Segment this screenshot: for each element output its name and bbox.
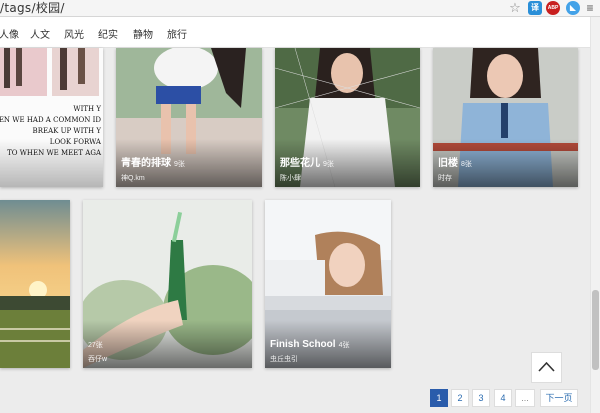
album-title: Finish School <box>270 339 336 350</box>
url-text[interactable]: /tags/校园/ <box>0 0 65 17</box>
category-nav: 人像 人文 风光 纪实 静物 旅行 <box>0 17 590 48</box>
photo-count: 4张 <box>338 342 350 349</box>
nav-item-travel[interactable]: 旅行 <box>167 26 187 41</box>
album-card[interactable]: Finish School 4张 虫丘虫引 <box>265 200 391 368</box>
photo-count: 8张 <box>461 161 472 168</box>
caption-shade <box>0 139 103 187</box>
album-author[interactable]: 时存 <box>438 173 472 183</box>
album-author[interactable]: 吞仔w <box>88 354 107 364</box>
album-author[interactable]: 神Q.km <box>121 173 185 183</box>
browser-address-bar[interactable]: /tags/校园/ ☆ 译 ABP ◣ ≡ <box>0 0 600 17</box>
album-card[interactable]: WITH Y HEN WE HAD A COMMON ID BREAK UP W… <box>0 48 103 187</box>
browser-menu-icon[interactable]: ≡ <box>585 1 595 15</box>
page-button-1[interactable]: 1 <box>430 389 448 407</box>
caption-shade <box>83 320 252 368</box>
nav-item-still-life[interactable]: 静物 <box>133 26 153 41</box>
adblock-extension-icon[interactable]: ABP <box>546 1 560 15</box>
extension-icon[interactable]: ◣ <box>566 1 580 15</box>
album-card[interactable] <box>0 200 70 368</box>
photo-count: 9张 <box>323 161 334 168</box>
page-ellipsis: ... <box>515 389 535 407</box>
album-caption: 青春的排球 9张 神Q.km <box>121 153 185 183</box>
page-button-4[interactable]: 4 <box>494 389 512 407</box>
bookmark-star-icon[interactable]: ☆ <box>508 0 522 15</box>
album-author[interactable]: 陈小肆 <box>280 173 334 183</box>
album-author[interactable]: 虫丘虫引 <box>270 354 349 364</box>
album-title: 青春的排球 <box>121 158 171 169</box>
album-card[interactable]: 那些花儿 9张 陈小肆 <box>275 48 420 187</box>
photo-count: 9张 <box>174 161 185 168</box>
nav-item-portrait[interactable]: 人像 <box>0 26 19 41</box>
nav-item-humanities[interactable]: 人文 <box>30 26 50 41</box>
album-caption: 那些花儿 9张 陈小肆 <box>280 153 334 183</box>
page-button-2[interactable]: 2 <box>451 389 469 407</box>
next-page-button[interactable]: 下一页 <box>540 389 578 407</box>
page-button-3[interactable]: 3 <box>472 389 490 407</box>
album-card[interactable]: 27张 吞仔w <box>83 200 252 368</box>
album-title: 那些花儿 <box>280 158 320 169</box>
album-card[interactable]: 青春的排球 9张 神Q.km <box>116 48 262 187</box>
nav-item-documentary[interactable]: 纪实 <box>98 26 118 41</box>
nav-item-landscape[interactable]: 风光 <box>64 26 84 41</box>
album-card[interactable]: 旧楼 8张 时存 <box>433 48 578 187</box>
album-photo <box>0 200 70 368</box>
photo-count: 27张 <box>88 342 103 349</box>
chevron-up-icon <box>538 361 555 372</box>
album-caption: 旧楼 8张 时存 <box>438 153 472 183</box>
album-caption: Finish School 4张 虫丘虫引 <box>270 334 349 364</box>
back-to-top-button[interactable] <box>531 352 562 383</box>
album-title: 旧楼 <box>438 158 458 169</box>
album-caption: 27张 吞仔w <box>88 334 107 364</box>
scrollbar-thumb[interactable] <box>592 290 599 370</box>
translate-extension-icon[interactable]: 译 <box>528 1 542 15</box>
